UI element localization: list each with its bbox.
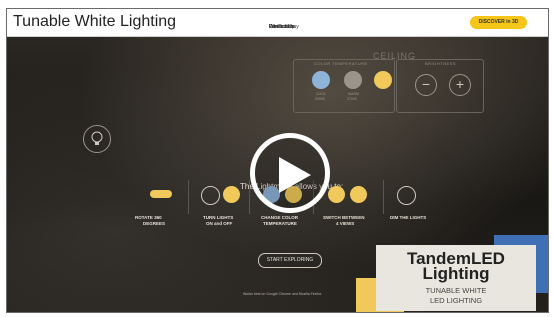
home-view-icon <box>328 186 345 203</box>
warm-label: WARM <box>348 92 359 96</box>
bulb-off-icon <box>201 186 220 205</box>
feature-dim-label-1: DIM THE LIGHTS <box>390 215 427 220</box>
feature-rotate-label-2: DEGREES <box>143 221 166 226</box>
feature-views-label-1: SWITCH BETWEEN <box>323 215 365 220</box>
video-title-bar: Tunable White Lighting Our Tech Partners… <box>7 9 548 37</box>
home-view-alt-icon <box>350 186 367 203</box>
light-bulb-icon[interactable] <box>83 125 111 153</box>
dim-icon <box>397 186 416 205</box>
divider <box>249 180 250 214</box>
video-title[interactable]: Tunable White Lighting <box>13 13 176 31</box>
video-frame[interactable]: Tunable White Lighting Our Tech Partners… <box>6 8 549 313</box>
feature-color-temp-label-2: TEMPERATURE <box>263 221 297 226</box>
brand-tagline-1: TUNABLE WHITE <box>425 286 487 295</box>
feature-color-temp-label-1: CHANGE COLOR <box>261 215 298 220</box>
rotate-icon <box>150 190 172 198</box>
browser-note: Works best on Google Chrome and Mozilla … <box>243 292 322 296</box>
brightness-panel: BRIGHTNESS − + <box>396 59 484 113</box>
discover-3d-button[interactable]: DISCOVER in 3D <box>470 16 527 29</box>
warm-option-icon[interactable] <box>344 71 362 89</box>
feature-rotate-label-1: ROTATE 360 <box>135 215 162 220</box>
nav-item-where-to-buy[interactable]: Where to buy <box>269 24 299 30</box>
color-temp-label: COLOR TEMPERATURE <box>314 61 368 66</box>
start-exploring-button[interactable]: START EXPLORING <box>258 253 322 268</box>
cool-option-icon[interactable] <box>312 71 330 89</box>
bulb-on-icon <box>223 186 240 203</box>
warm-value: 2700K <box>347 97 358 101</box>
play-button[interactable] <box>250 133 330 213</box>
divider <box>383 180 384 214</box>
brand-subname: Lighting <box>422 264 490 283</box>
cool-value: 5000K <box>315 97 326 101</box>
cool-label: COOL <box>316 92 326 96</box>
brightness-label: BRIGHTNESS <box>425 61 457 66</box>
feature-on-off-label-2: ON and OFF <box>206 221 233 226</box>
feature-on-off-label-1: TURN LIGHTS <box>203 215 234 220</box>
brand-tagline-2: LED LIGHTING <box>429 296 483 305</box>
color-temperature-panel: COLOR TEMPERATURE COOL 5000K WARM 2700K <box>293 59 395 113</box>
brightness-minus-button[interactable]: − <box>415 74 437 96</box>
brightness-plus-button[interactable]: + <box>449 74 471 96</box>
play-icon <box>279 157 311 193</box>
divider <box>188 180 189 214</box>
bulb-option-icon[interactable] <box>374 71 392 89</box>
feature-views-label-2: 4 VIEWS <box>336 221 355 226</box>
brand-overlay: TandemLED Lighting TUNABLE WHITE LED LIG… <box>376 245 536 311</box>
